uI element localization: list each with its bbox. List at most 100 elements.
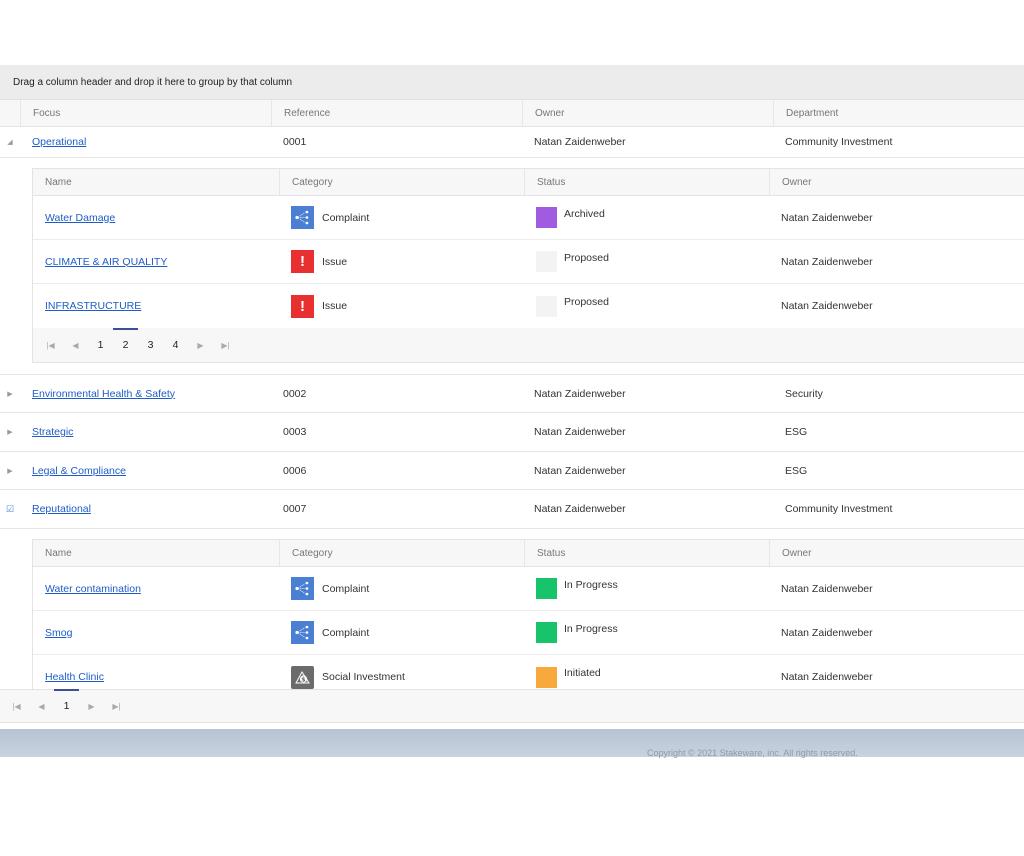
owner-cell: Natan Zaidenweber	[534, 464, 626, 477]
footer-bar	[0, 729, 1024, 757]
table-row[interactable]: CLIMATE & AIR QUALITY ! Issue Proposed Na…	[33, 240, 1024, 284]
detail-header: Name Category Status Owner	[33, 169, 1024, 196]
first-page-icon[interactable]: |◀	[4, 702, 29, 711]
detail-grid-reputational: Name Category Status Owner Water contami…	[32, 539, 1024, 689]
expand-arrow-icon[interactable]: ▶	[0, 467, 20, 475]
master-row[interactable]: ▶ Strategic 0003 Natan Zaidenweber ESG	[0, 413, 1024, 452]
focus-link[interactable]: Strategic	[32, 426, 73, 438]
reference-cell: 0006	[283, 464, 307, 477]
focus-link[interactable]: Reputational	[32, 503, 91, 515]
master-row[interactable]: ☑ Reputational 0007 Natan Zaidenweber Co…	[0, 490, 1024, 529]
status-swatch	[536, 666, 557, 688]
table-row[interactable]: Health Clinic $ Social Investment Initia…	[33, 655, 1024, 689]
category-label: Complaint	[322, 211, 370, 224]
main-pager: |◀ ◀ 1 ▶ ▶|	[0, 689, 1024, 723]
category-label: Issue	[322, 300, 348, 312]
expand-arrow-icon[interactable]: ▶	[0, 428, 20, 436]
last-page-icon[interactable]: ▶|	[213, 341, 238, 350]
collapse-arrow-icon[interactable]: ◢	[0, 138, 20, 146]
issue-icon: !	[291, 294, 314, 318]
item-name-link[interactable]: Health Clinic	[45, 671, 104, 683]
master-row[interactable]: ▶ Environmental Health & Safety 0002 Nat…	[0, 374, 1024, 413]
prev-page-icon[interactable]: ◀	[63, 341, 88, 350]
owner-cell: Natan Zaidenweber	[781, 671, 873, 683]
department-cell: ESG	[785, 464, 808, 477]
header-expand-spacer	[0, 100, 20, 126]
detail-header-status[interactable]: Status	[524, 540, 769, 566]
owner-cell: Natan Zaidenweber	[534, 136, 626, 148]
detail-header-category[interactable]: Category	[279, 169, 524, 195]
group-by-panel[interactable]: Drag a column header and drop it here to…	[0, 65, 1024, 100]
detail-pager: |◀ ◀ 1 2 3 4 ▶ ▶|	[33, 328, 1024, 362]
owner-cell: Natan Zaidenweber	[781, 211, 873, 224]
category-label: Social Investment	[322, 671, 405, 683]
status-label: Archived	[564, 207, 605, 220]
detail-grid-operational: Name Category Status Owner Water Damage …	[32, 168, 1024, 363]
status-label: In Progress	[564, 622, 618, 635]
header-focus[interactable]: Focus	[20, 100, 271, 126]
status-swatch	[536, 251, 557, 272]
item-name-link[interactable]: Water contamination	[45, 583, 141, 595]
page-number[interactable]: 4	[163, 339, 188, 351]
department-cell: Security	[785, 387, 823, 400]
page-number-active[interactable]: 1	[54, 689, 79, 712]
page-number[interactable]: 3	[138, 339, 163, 351]
detail-header-owner[interactable]: Owner	[769, 169, 1015, 195]
collapse-checkbox-icon[interactable]: ☑	[0, 504, 20, 515]
page-number-active[interactable]: 2	[113, 328, 138, 351]
category-label: Complaint	[322, 582, 370, 595]
header-reference[interactable]: Reference	[271, 100, 522, 126]
owner-cell: Natan Zaidenweber	[781, 255, 873, 268]
first-page-icon[interactable]: |◀	[38, 341, 63, 350]
copyright-text: Copyright © 2021 Stakeware, inc. All rig…	[647, 748, 858, 758]
issue-icon: !	[291, 250, 314, 273]
department-cell: Community Investment	[785, 136, 893, 148]
detail-header: Name Category Status Owner	[33, 540, 1024, 567]
owner-cell: Natan Zaidenweber	[781, 300, 873, 312]
detail-header-name[interactable]: Name	[33, 169, 279, 195]
page-number[interactable]: 1	[88, 339, 113, 351]
master-row[interactable]: ▶ Legal & Compliance 0006 Natan Zaidenwe…	[0, 452, 1024, 490]
grid-header: Focus Reference Owner Department	[0, 100, 1024, 127]
detail-header-owner[interactable]: Owner	[769, 540, 1015, 566]
status-swatch	[536, 622, 557, 643]
detail-header-status[interactable]: Status	[524, 169, 769, 195]
complaint-icon	[291, 577, 314, 600]
owner-cell: Natan Zaidenweber	[534, 503, 626, 515]
department-cell: Community Investment	[785, 503, 893, 515]
item-name-link[interactable]: CLIMATE & AIR QUALITY	[45, 256, 167, 268]
reference-cell: 0002	[283, 387, 307, 400]
table-row[interactable]: Smog Complaint In Progress Natan Zaidenw…	[33, 611, 1024, 655]
header-department[interactable]: Department	[773, 100, 1024, 126]
category-label: Complaint	[322, 626, 370, 639]
focus-link[interactable]: Environmental Health & Safety	[32, 388, 175, 400]
header-owner[interactable]: Owner	[522, 100, 773, 126]
expand-arrow-icon[interactable]: ▶	[0, 390, 20, 398]
last-page-icon[interactable]: ▶|	[104, 702, 129, 711]
focus-link[interactable]: Legal & Compliance	[32, 465, 126, 477]
status-swatch	[536, 207, 557, 228]
master-row[interactable]: ◢ Operational 0001 Natan Zaidenweber Com…	[0, 127, 1024, 158]
table-row[interactable]: INFRASTRUCTURE ! Issue Proposed Natan Zai…	[33, 284, 1024, 328]
owner-cell: Natan Zaidenweber	[781, 582, 873, 595]
data-grid: Drag a column header and drop it here to…	[0, 65, 1024, 729]
item-name-link[interactable]: Water Damage	[45, 212, 115, 224]
category-label: Issue	[322, 255, 348, 268]
reference-cell: 0001	[283, 136, 307, 148]
svg-text:$: $	[301, 676, 305, 683]
next-page-icon[interactable]: ▶	[79, 702, 104, 711]
status-label: Proposed	[564, 296, 609, 308]
table-row[interactable]: Water Damage Complaint Archived Natan Za…	[33, 196, 1024, 240]
prev-page-icon[interactable]: ◀	[29, 702, 54, 711]
next-page-icon[interactable]: ▶	[188, 341, 213, 350]
focus-link[interactable]: Operational	[32, 136, 86, 148]
reference-cell: 0007	[283, 503, 307, 515]
detail-header-category[interactable]: Category	[279, 540, 524, 566]
item-name-link[interactable]: Smog	[45, 627, 72, 639]
item-name-link[interactable]: INFRASTRUCTURE	[45, 300, 141, 312]
status-label: Proposed	[564, 251, 609, 264]
detail-header-name[interactable]: Name	[33, 540, 279, 566]
status-swatch	[536, 295, 557, 317]
table-row[interactable]: Water contamination Complaint In Progres…	[33, 567, 1024, 611]
social-investment-icon: $	[291, 665, 314, 689]
